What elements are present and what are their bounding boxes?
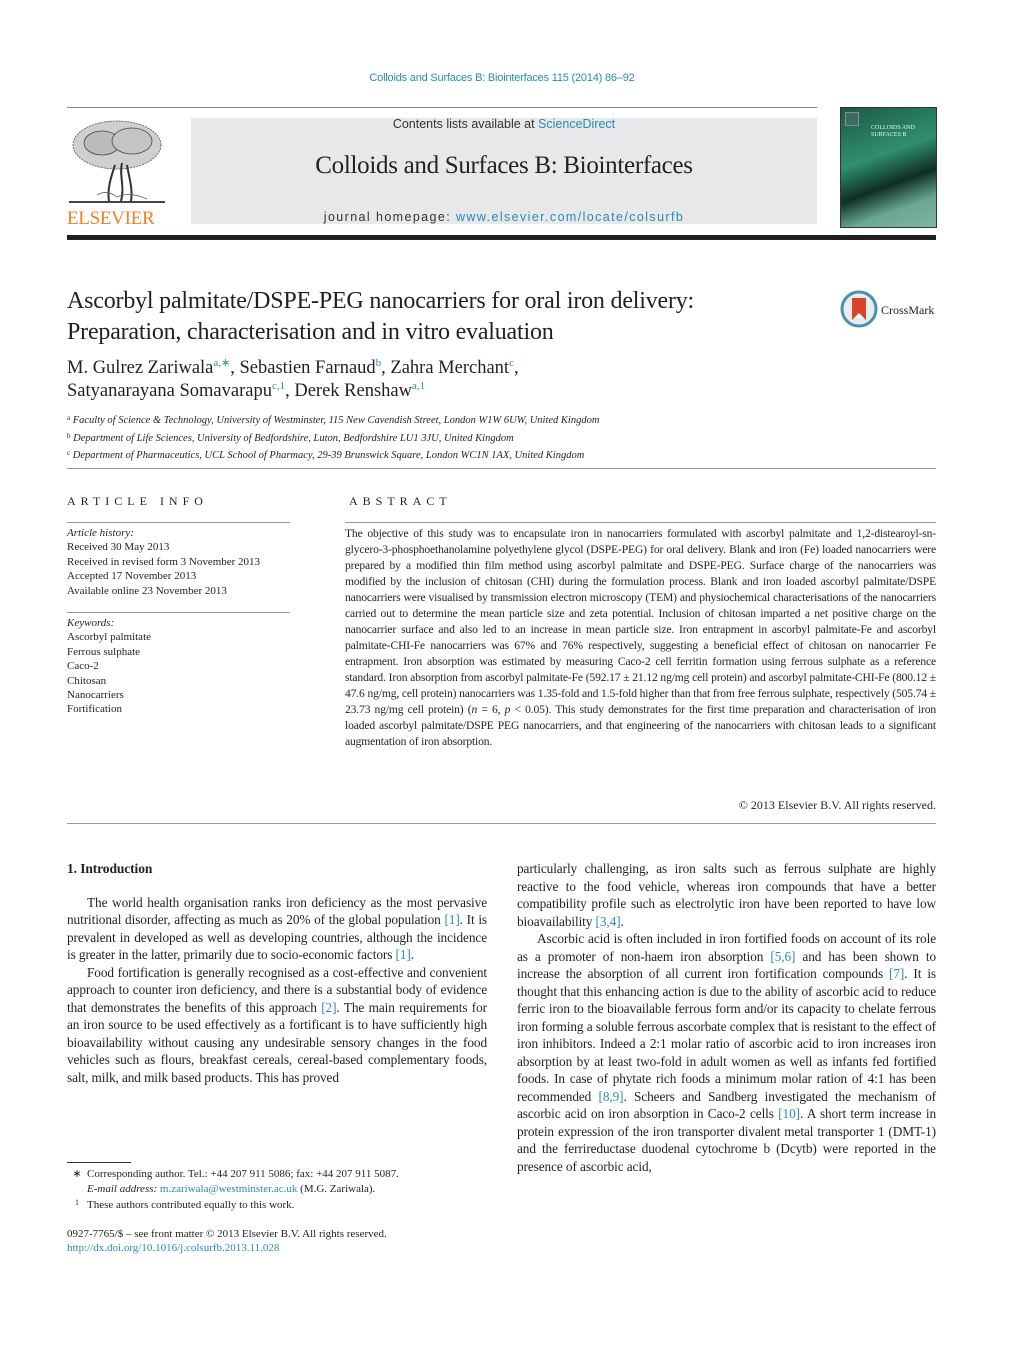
author-name: M. Gulrez Zariwala <box>67 358 214 378</box>
history-item: Received 30 May 2013 <box>67 541 170 554</box>
homepage-prefix: journal homepage: <box>323 210 456 224</box>
footnote-rule <box>67 1162 131 1163</box>
author-separator: , <box>513 358 519 378</box>
article-info-rule <box>67 522 290 523</box>
journal-name: Colloids and Surfaces B: Biointerfaces <box>315 152 693 179</box>
journal-reference-link[interactable]: Colloids and Surfaces B: Biointerfaces 1… <box>0 72 1004 84</box>
front-matter: 0927-7765/$ – see front matter © 2013 El… <box>67 1227 387 1240</box>
keywords-rule <box>67 612 290 613</box>
body-left-column: 1. Introduction The world health organis… <box>67 860 487 1086</box>
homepage-line: journal homepage: www.elsevier.com/locat… <box>191 210 817 224</box>
article-info-heading: ARTICLE INFO <box>67 494 208 508</box>
footnote-mark: 1 <box>75 1198 79 1207</box>
affiliation-key: c <box>67 449 71 457</box>
journal-cover-thumbnail[interactable]: COLLOIDS AND SURFACES B <box>840 107 937 228</box>
footnote-mark: ∗ <box>72 1168 82 1180</box>
citation-link[interactable]: [1] <box>444 912 459 927</box>
author-name: Sebastien Farnaud <box>239 358 376 378</box>
keyword: Ferrous sulphate <box>67 645 141 658</box>
author-affil-link[interactable]: a,∗ <box>213 357 230 369</box>
crossmark-button[interactable]: CrossMark <box>840 290 940 330</box>
author-name: Satyanarayana Somavarapu <box>67 381 272 401</box>
affiliation: b Department of Life Sciences, Universit… <box>67 429 867 447</box>
cover-title: COLLOIDS AND SURFACES B <box>871 125 915 138</box>
author-affil-link[interactable]: a,1 <box>412 380 425 392</box>
affiliation-key: b <box>67 431 71 440</box>
abstract-rule <box>345 522 936 523</box>
citation-link[interactable]: [8,9] <box>599 1089 624 1104</box>
citation-link[interactable]: [7] <box>889 966 904 981</box>
affiliation-key: a <box>67 414 71 422</box>
author-separator: , <box>285 381 295 401</box>
email-label: E-mail address: <box>87 1182 158 1195</box>
email-link[interactable]: m.zariwala@westminster.ac.uk <box>160 1183 298 1195</box>
author-line-2: Satyanarayana Somavarapuc,1, Derek Rensh… <box>67 380 807 403</box>
affiliation-text: Department of Life Sciences, University … <box>73 432 514 444</box>
doi-link[interactable]: http://dx.doi.org/10.1016/j.colsurfb.201… <box>67 1242 279 1254</box>
article-title: Ascorbyl palmitate/DSPE-PEG nanocarriers… <box>67 286 807 348</box>
keywords: Keywords: Ascorbyl palmitate Ferrous sul… <box>67 616 297 717</box>
keywords-label: Keywords: <box>67 617 115 629</box>
affiliation-rule <box>67 468 936 469</box>
contents-line: Contents lists available at ScienceDirec… <box>191 117 817 131</box>
abstract-part: The objective of this study was to encap… <box>345 527 936 716</box>
email-suffix: (M.G. Zariwala). <box>297 1182 376 1195</box>
author-name: Derek Renshaw <box>294 381 412 401</box>
abstract-heading: ABSTRACT <box>349 494 452 508</box>
paragraph: particularly challenging, as iron salts … <box>517 861 936 929</box>
keyword: Ascorbyl palmitate <box>67 631 152 644</box>
author-name: Zahra Merchant <box>390 358 510 378</box>
body-right-column: particularly challenging, as iron salts … <box>517 860 936 1175</box>
affiliation: a Faculty of Science & Technology, Unive… <box>67 411 867 429</box>
author-line-1: M. Gulrez Zariwalaa,∗, Sebastien Farnaud… <box>67 357 807 380</box>
sciencedirect-link[interactable]: ScienceDirect <box>538 117 615 131</box>
cover-logo-icon <box>845 112 859 126</box>
affiliation-text: Department of Pharmaceutics, UCL School … <box>72 450 585 461</box>
footnote-email: E-mail address: m.zariwala@westminster.a… <box>67 1182 497 1197</box>
paragraph: Ascorbic acid is often included in iron … <box>517 931 936 1174</box>
header-rule <box>67 107 817 108</box>
abstract-text: The objective of this study was to encap… <box>345 526 936 750</box>
author-affil-link[interactable]: c,1 <box>272 380 285 392</box>
paragraph: Food fortification is generally recognis… <box>67 964 488 1085</box>
elsevier-wordmark: ELSEVIER <box>67 208 155 229</box>
footnote-corresponding: ∗ Corresponding author. Tel.: +44 207 911… <box>67 1167 497 1182</box>
affiliation-text: Faculty of Science & Technology, Univers… <box>72 415 600 426</box>
title-line-2: Preparation, characterisation and in vit… <box>67 319 554 345</box>
affiliation: c Department of Pharmaceutics, UCL Schoo… <box>67 446 867 464</box>
tree-icon <box>69 120 165 203</box>
citation-link[interactable]: [1] <box>396 947 411 962</box>
author-list: M. Gulrez Zariwalaa,∗, Sebastien Farnaud… <box>67 357 807 403</box>
keyword: Caco-2 <box>67 660 99 673</box>
keyword: Chitosan <box>67 674 107 687</box>
citation-link[interactable]: [3,4] <box>596 914 621 929</box>
header-thick-rule <box>67 235 936 240</box>
keyword: Fortification <box>67 703 122 716</box>
crossmark-icon <box>840 290 878 328</box>
author-separator: , <box>230 358 240 378</box>
abstract-copyright: © 2013 Elsevier B.V. All rights reserved… <box>738 798 936 812</box>
footnotes: ∗ Corresponding author. Tel.: +44 207 911… <box>67 1167 497 1256</box>
abstract-end-rule <box>67 823 936 824</box>
citation-link[interactable]: [2] <box>321 1000 336 1015</box>
footnote-equal: 1 These authors contributed equally to th… <box>67 1196 497 1213</box>
history-item: Accepted 17 November 2013 <box>67 570 197 583</box>
keyword: Nanocarriers <box>67 689 124 702</box>
title-line-1: Ascorbyl palmitate/DSPE-PEG nanocarriers… <box>67 288 695 314</box>
article-history: Article history: Received 30 May 2013 Re… <box>67 526 297 598</box>
citation-link[interactable]: [5,6] <box>770 949 795 964</box>
section-heading-introduction: 1. Introduction <box>67 861 153 876</box>
history-item: Available online 23 November 2013 <box>67 584 227 597</box>
footnote-text: Corresponding author. Tel.: +44 207 911 … <box>87 1168 399 1180</box>
abstract-part: = 6, <box>477 703 505 716</box>
footnote-text: These authors contributed equally to thi… <box>87 1199 295 1211</box>
history-label: Article history: <box>67 527 134 539</box>
citation-link[interactable]: [10] <box>778 1106 800 1121</box>
homepage-link[interactable]: www.elsevier.com/locate/colsurfb <box>456 210 684 224</box>
crossmark-label: CrossMark <box>881 303 935 317</box>
contents-prefix: Contents lists available at <box>392 117 539 131</box>
affiliations: a Faculty of Science & Technology, Unive… <box>67 411 867 464</box>
history-item: Received in revised form 3 November 2013 <box>67 555 261 568</box>
paragraph: The world health organisation ranks iron… <box>67 894 487 963</box>
